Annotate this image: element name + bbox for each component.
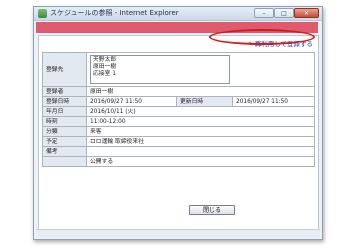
row-label-destination: 登録先	[42, 52, 87, 87]
time-value: 11:00-12:00	[86, 116, 315, 127]
registrant-value: 原田一樹	[86, 86, 315, 97]
date-value: 2016/10/11 (火)	[86, 106, 315, 117]
row-label-visibility	[42, 156, 87, 167]
schedule-detail-panel: ✎再利用して登録する 登録先 天野太郎 原田一樹 応接室 1 登録者 原田一樹	[38, 35, 319, 237]
highlight-ring	[209, 29, 315, 45]
row-label-date: 年月日	[42, 106, 87, 117]
row-label-updated-at: 更新日時	[176, 96, 233, 107]
row-label-registrant: 登録者	[42, 86, 87, 97]
maximize-button[interactable]: □	[274, 8, 294, 18]
title-bar[interactable]: スケジュールの参照 - Internet Explorer – □ ✕	[34, 7, 322, 21]
row-label-category: 分類	[42, 126, 87, 137]
table-row: 登録者 原田一樹	[42, 86, 315, 97]
table-row: 年月日 2016/10/11 (火)	[42, 106, 315, 117]
category-value: 来客	[86, 126, 315, 137]
status-bar	[36, 229, 320, 238]
table-row: 登録日時 2016/09/27 11:50 更新日時 2016/09/27 11…	[42, 96, 315, 107]
list-item: 天野太郎	[93, 57, 117, 63]
list-item: 原田一樹	[93, 64, 117, 70]
destination-cell: 天野太郎 原田一樹 応接室 1	[86, 52, 315, 87]
list-item: 応接室 1	[93, 71, 116, 77]
schedule-table: 登録先 天野太郎 原田一樹 応接室 1 登録者 原田一樹 登録日時 2016/0…	[42, 52, 315, 167]
row-label-plan: 予定	[42, 136, 87, 147]
row-label-notes: 備考	[42, 146, 87, 157]
table-row: 備考	[42, 146, 315, 157]
minimize-button[interactable]: –	[254, 8, 274, 18]
table-row: 登録先 天野太郎 原田一樹 応接室 1	[42, 52, 315, 87]
close-window-button[interactable]: ✕	[294, 8, 319, 18]
row-label-time: 時刻	[42, 116, 87, 127]
close-button[interactable]: 閉じる	[189, 205, 235, 215]
registered-at-value: 2016/09/27 11:50	[86, 96, 177, 107]
visibility-value: 公開する	[86, 156, 315, 167]
table-row: 分類 来客	[42, 126, 315, 137]
app-icon	[38, 9, 47, 18]
destination-list: 天野太郎 原田一樹 応接室 1	[90, 55, 230, 84]
updated-at-value: 2016/09/27 11:50	[232, 96, 315, 107]
plan-value: ロロ運輸 取締役来社	[86, 136, 315, 147]
table-row: 公開する	[42, 156, 315, 167]
window-title: スケジュールの参照 - Internet Explorer	[50, 9, 179, 17]
table-row: 予定 ロロ運輸 取締役来社	[42, 136, 315, 147]
notes-value	[86, 146, 315, 157]
table-row: 時刻 11:00-12:00	[42, 116, 315, 127]
row-label-registered-at: 登録日時	[42, 96, 87, 107]
